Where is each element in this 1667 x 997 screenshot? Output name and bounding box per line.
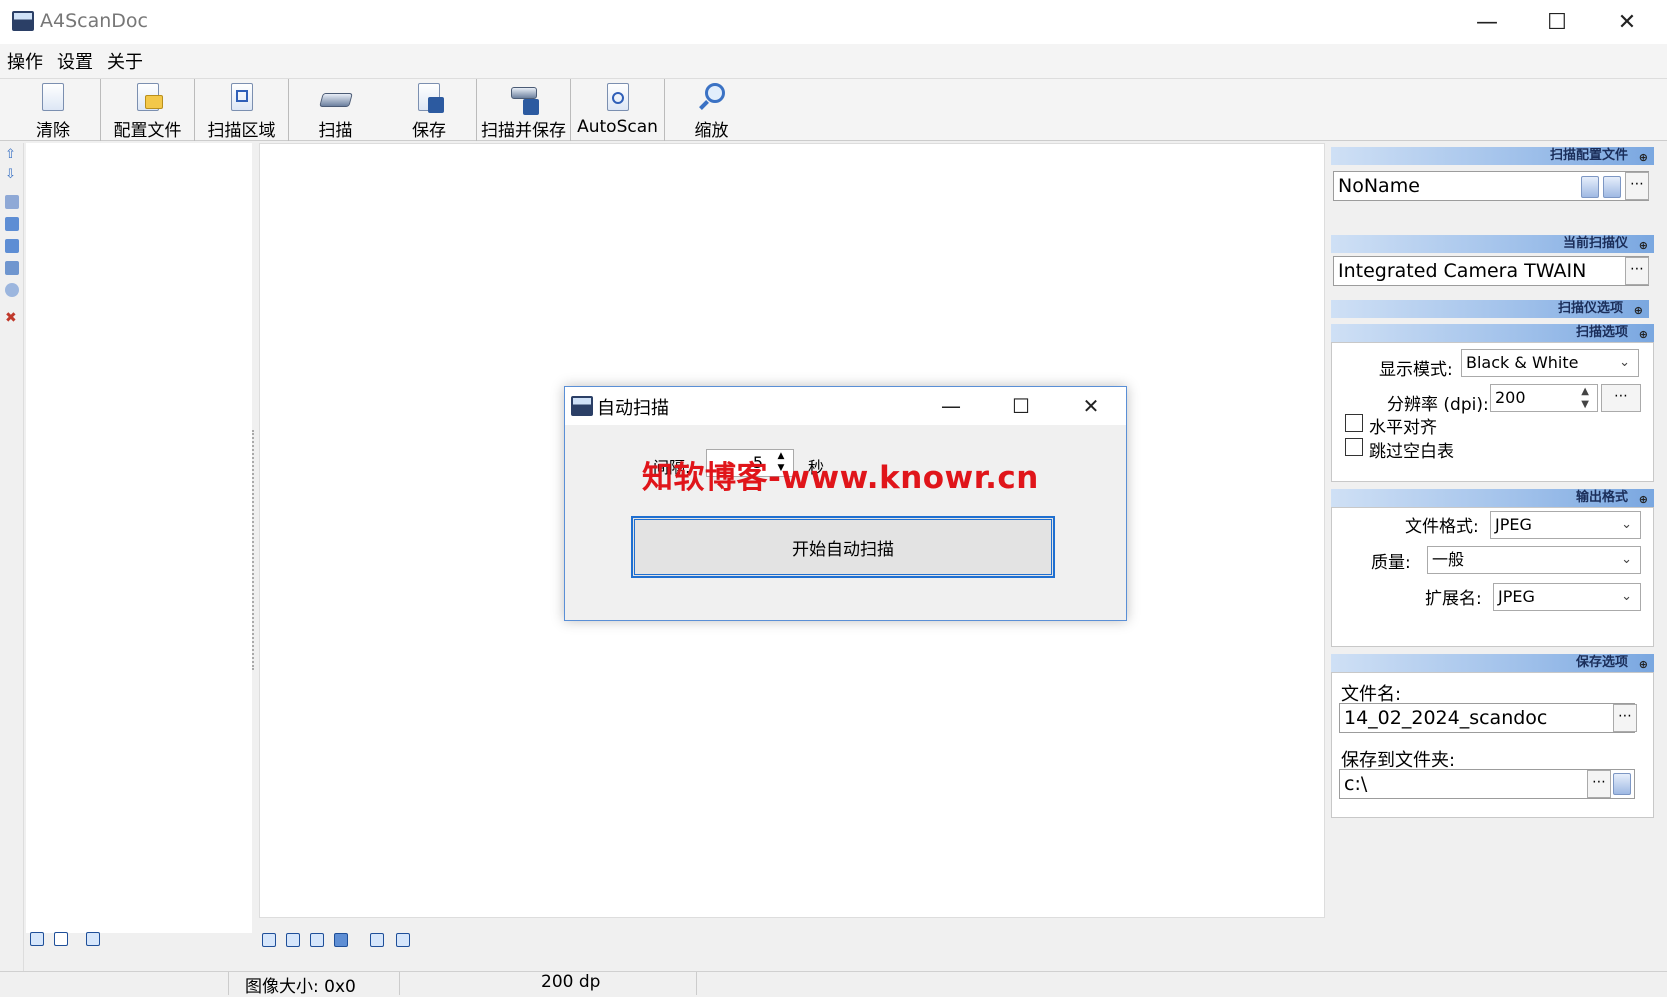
collapse-icon: ⊕: [1638, 151, 1648, 164]
minimize-icon[interactable]: —: [1452, 0, 1522, 44]
dpi-spinner[interactable]: 200 ▲ ▼: [1490, 384, 1598, 412]
magnifier-icon: [697, 83, 727, 114]
output-section-header[interactable]: 输出格式 ⊕: [1331, 489, 1654, 507]
file-format-select[interactable]: JPEG ⌄: [1490, 511, 1641, 539]
extension-select[interactable]: JPEG ⌄: [1493, 583, 1641, 611]
save-button[interactable]: 保存: [382, 79, 476, 141]
dialog-title: 自动扫描: [597, 398, 669, 419]
scan-area-icon: [227, 83, 257, 114]
panel-splitter[interactable]: [252, 430, 255, 670]
open-folder-icon[interactable]: [1613, 773, 1631, 795]
menu-settings[interactable]: 设置: [57, 48, 93, 74]
delete-icon[interactable]: ✖: [5, 311, 19, 325]
profile-folder-icon: [133, 83, 163, 114]
fit-page-icon[interactable]: [262, 933, 276, 947]
start-autoscan-button[interactable]: 开始自动扫描: [631, 516, 1055, 578]
zoom-button[interactable]: 缩放: [664, 79, 758, 141]
scanner-section-header[interactable]: 当前扫描仪 ⊕: [1331, 235, 1654, 253]
image-size-status: 图像大小: 0x0: [245, 977, 356, 997]
align-checkbox[interactable]: [1345, 414, 1363, 432]
profile-more-button[interactable]: ⋯: [1625, 172, 1649, 200]
dialog-app-icon: [571, 396, 593, 416]
scan-options-header[interactable]: 扫描选项 ⊕: [1331, 324, 1654, 342]
title-bar: A4ScanDoc — ☐ ✕: [0, 0, 1667, 44]
scan-button[interactable]: 扫描: [288, 79, 382, 141]
watermark-text: 知软博客-www.knowr.cn: [642, 460, 1039, 496]
thumbnail-grid-icon[interactable]: [86, 932, 100, 946]
save-disk-icon: [414, 83, 444, 114]
blank-page-icon: [38, 83, 68, 114]
fit-height-icon[interactable]: [310, 933, 324, 947]
autoscan-button[interactable]: AutoScan: [570, 79, 664, 141]
deselect-icon[interactable]: [54, 932, 68, 946]
menu-about[interactable]: 关于: [107, 48, 143, 74]
dialog-maximize-icon[interactable]: ☐: [986, 387, 1056, 425]
scan-save-icon: [509, 83, 539, 115]
brightness-icon[interactable]: [5, 283, 19, 297]
profile-field[interactable]: NoName: [1333, 171, 1649, 201]
scan-area-button[interactable]: 扫描区域: [194, 79, 288, 141]
dialog-title-bar: 自动扫描 — ☐ ✕: [565, 387, 1126, 425]
align-label: 水平对齐: [1369, 418, 1437, 438]
fit-width-icon[interactable]: [286, 933, 300, 947]
display-mode-select[interactable]: Black & White ⌄: [1461, 349, 1639, 377]
scanner-field[interactable]: Integrated Camera TWAIN: [1333, 256, 1649, 286]
folder-more-button[interactable]: ⋯: [1587, 770, 1611, 798]
app-scanner-icon: [12, 11, 34, 31]
save-section-header[interactable]: 保存选项 ⊕: [1331, 654, 1654, 672]
chevron-down-icon: ⌄: [1619, 355, 1630, 370]
scanner-icon: [318, 83, 353, 114]
quality-label: 质量:: [1371, 553, 1411, 573]
autoscan-dialog: 自动扫描 — ☐ ✕ 间隔: 5 ▲ ▼ 秒 开始自动扫描: [564, 386, 1127, 621]
copy-page-icon[interactable]: [5, 195, 19, 209]
profile-button[interactable]: 配置文件: [100, 79, 194, 141]
profile-section-header[interactable]: 扫描配置文件 ⊕: [1331, 147, 1654, 165]
window-title: A4ScanDoc: [40, 10, 148, 32]
file-format-label: 文件格式:: [1405, 517, 1479, 537]
skip-blank-label: 跳过空白表: [1369, 442, 1454, 462]
clear-button[interactable]: 清除: [6, 79, 100, 141]
filename-more-button[interactable]: ⋯: [1613, 704, 1637, 732]
close-icon[interactable]: ✕: [1592, 0, 1662, 44]
scan-and-save-button[interactable]: 扫描并保存: [476, 79, 570, 141]
menu-bar: 操作 设置 关于: [0, 44, 1667, 78]
dpi-status: 200 dp: [541, 972, 601, 992]
thumbnail-panel[interactable]: [26, 143, 252, 933]
settings-panel: 扫描配置文件 ⊕ NoName ⋯ 当前扫描仪 ⊕ Integrated Camer…: [1331, 143, 1667, 971]
extension-label: 扩展名:: [1425, 589, 1482, 609]
move-down-icon[interactable]: ⇩: [5, 167, 19, 182]
zoom-in-icon[interactable]: [370, 933, 384, 947]
move-up-icon[interactable]: ⇧: [5, 147, 19, 162]
maximize-icon[interactable]: ☐: [1522, 0, 1592, 44]
select-all-icon[interactable]: [30, 932, 44, 946]
display-mode-label: 显示模式:: [1379, 360, 1453, 380]
skip-blank-checkbox[interactable]: [1345, 438, 1363, 456]
status-bar: 图像大小: 0x0 200 dp: [0, 971, 1667, 997]
dialog-close-icon[interactable]: ✕: [1056, 387, 1126, 425]
rotate-right-icon[interactable]: [5, 239, 19, 253]
dpi-label: 分辨率 (dpi):: [1387, 395, 1489, 415]
autoscan-icon: [603, 83, 633, 115]
toolbar: 清除 配置文件 扫描区域 扫描 保存 扫描并保存 AutoScan 缩放: [0, 78, 1667, 141]
dialog-minimize-icon[interactable]: —: [916, 387, 986, 425]
save-profile-icon[interactable]: [1603, 176, 1621, 198]
zoom-out-icon[interactable]: [396, 933, 410, 947]
scanner-options-header[interactable]: 扫描仪选项 ⊕: [1331, 300, 1649, 318]
dpi-more-button[interactable]: ⋯: [1601, 384, 1641, 412]
actual-size-icon[interactable]: [334, 933, 348, 947]
open-profile-icon[interactable]: [1581, 176, 1599, 198]
flip-icon[interactable]: [5, 261, 19, 275]
scanner-more-button[interactable]: ⋯: [1625, 257, 1649, 285]
filename-field[interactable]: 14_02_2024_scandoc: [1339, 703, 1635, 733]
rotate-left-icon[interactable]: [5, 217, 19, 231]
menu-operation[interactable]: 操作: [7, 48, 43, 74]
quality-select[interactable]: 一般 ⌄: [1427, 546, 1641, 574]
left-tool-rail: ⇧ ⇩ ✖: [0, 143, 24, 971]
